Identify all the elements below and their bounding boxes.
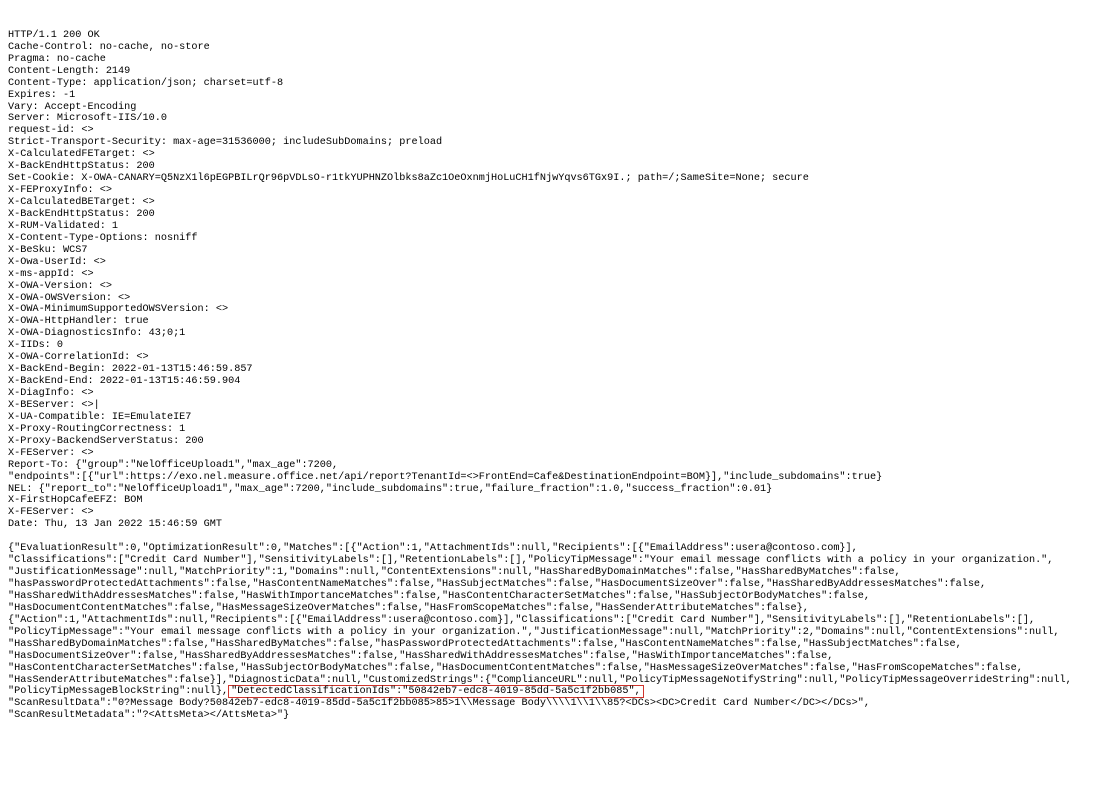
header-x-ms-appid: x-ms-appId: <>	[8, 269, 94, 280]
header-x-beserver: X-BEServer: <>|	[8, 400, 100, 411]
header-x-diaginfo: X-DiagInfo: <>	[8, 388, 94, 399]
header-pragma: Pragma: no-cache	[8, 54, 106, 65]
header-x-feserver-1: X-FEServer: <>	[8, 448, 94, 459]
header-x-owa-diagnostics: X-OWA-DiagnosticsInfo: 43;0;1	[8, 328, 185, 339]
header-x-calculated-be-target: X-CalculatedBETarget: <>	[8, 197, 155, 208]
body-line-4: "hasPasswordProtectedAttachments":false,…	[8, 579, 986, 590]
header-x-calculated-fe-target: X-CalculatedFETarget: <>	[8, 149, 155, 160]
detected-classification-ids-highlight: "DetectedClassificationIds":"50842eb7-ed…	[228, 685, 644, 698]
header-x-owa-correlationid: X-OWA-CorrelationId: <>	[8, 352, 149, 363]
header-server: Server: Microsoft-IIS/10.0	[8, 113, 167, 124]
header-x-backend-http-status-2: X-BackEndHttpStatus: 200	[8, 209, 155, 220]
body-line-9: "HasSharedByDomainMatches":false,"HasSha…	[8, 639, 962, 650]
body-line-6: "HasDocumentContentMatches":false,"HasMe…	[8, 603, 809, 614]
body-line-7: {"Action":1,"AttachmentIds":null,"Recipi…	[8, 615, 1035, 626]
http-response-raw: HTTP/1.1 200 OK Cache-Control: no-cache,…	[0, 24, 1100, 728]
header-x-iids: X-IIDs: 0	[8, 340, 63, 351]
header-x-fe-proxy-info: X-FEProxyInfo: <>	[8, 185, 112, 196]
header-x-owa-minowsversion: X-OWA-MinimumSupportedOWSVersion: <>	[8, 304, 228, 315]
body-line-10: "HasDocumentSizeOver":false,"HasSharedBy…	[8, 651, 833, 662]
header-x-backend-begin: X-BackEnd-Begin: 2022-01-13T15:46:59.857	[8, 364, 253, 375]
header-x-owa-owsversion: X-OWA-OWSVersion: <>	[8, 293, 130, 304]
body-line-5: "HasSharedWithAddressesMatches":false,"H…	[8, 591, 870, 602]
header-strict-transport: Strict-Transport-Security: max-age=31536…	[8, 137, 442, 148]
header-vary: Vary: Accept-Encoding	[8, 102, 136, 113]
header-date: Date: Thu, 13 Jan 2022 15:46:59 GMT	[8, 519, 222, 530]
header-x-ua-compatible: X-UA-Compatible: IE=EmulateIE7	[8, 412, 191, 423]
body-line-8: "PolicyTipMessage":"Your email message c…	[8, 627, 1060, 638]
body-line-13: "ScanResultData":"0?Message Body?50842eb…	[8, 698, 870, 721]
header-x-owa-version: X-OWA-Version: <>	[8, 281, 112, 292]
header-x-rum-validated: X-RUM-Validated: 1	[8, 221, 118, 232]
header-request-id: request-id: <>	[8, 125, 94, 136]
header-report-to-line2: "endpoints":[{"url":https://exo.nel.meas…	[8, 472, 882, 483]
header-x-feserver-2: X-FEServer: <>	[8, 507, 94, 518]
header-x-proxy-backend-status: X-Proxy-BackendServerStatus: 200	[8, 436, 204, 447]
header-x-owa-userid: X-Owa-UserId: <>	[8, 257, 106, 268]
body-line-1: {"EvaluationResult":0,"OptimizationResul…	[8, 543, 858, 554]
header-expires: Expires: -1	[8, 90, 75, 101]
header-x-owa-httphandler: X-OWA-HttpHandler: true	[8, 316, 149, 327]
header-x-proxy-routing: X-Proxy-RoutingCorrectness: 1	[8, 424, 185, 435]
body-line-3: "JustificationMessage":null,"MatchPriori…	[8, 567, 901, 578]
body-line-2: "Classifications":["Credit Card Number"]…	[8, 555, 1053, 566]
header-report-to-line1: Report-To: {"group":"NelOfficeUpload1","…	[8, 460, 338, 471]
body-line-11: "HasContentCharacterSetMatches":false,"H…	[8, 663, 1023, 674]
header-nel: NEL: {"report_to":"NelOfficeUpload1","ma…	[8, 484, 772, 495]
header-set-cookie: Set-Cookie: X-OWA-CANARY=Q5NzX1l6pEGPBIL…	[8, 173, 809, 184]
header-x-content-type-options: X-Content-Type-Options: nosniff	[8, 233, 198, 244]
header-x-backend-http-status-1: X-BackEndHttpStatus: 200	[8, 161, 155, 172]
header-content-length: Content-Length: 2149	[8, 66, 130, 77]
http-status-line: HTTP/1.1 200 OK	[8, 30, 100, 41]
header-content-type: Content-Type: application/json; charset=…	[8, 78, 283, 89]
header-x-backend-end: X-BackEnd-End: 2022-01-13T15:46:59.904	[8, 376, 240, 387]
header-cache-control: Cache-Control: no-cache, no-store	[8, 42, 210, 53]
header-x-besku: X-BeSku: WCS7	[8, 245, 87, 256]
header-x-firsthopcafe: X-FirstHopCafeEFZ: BOM	[8, 495, 143, 506]
